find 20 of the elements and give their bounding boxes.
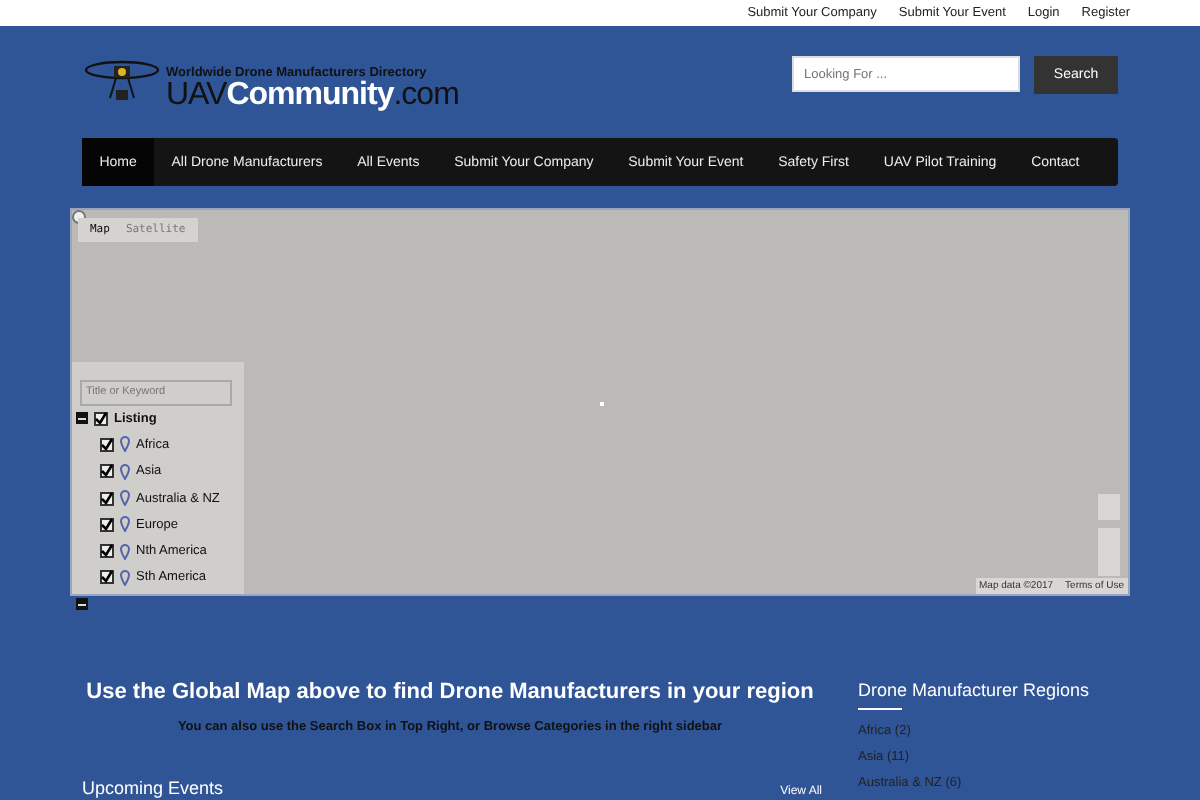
map-pin-icon [120,569,130,586]
map-pin-icon [120,516,130,533]
collapse-icon[interactable] [76,412,88,425]
checkbox[interactable] [94,411,108,426]
checkbox[interactable] [100,464,114,479]
checkbox[interactable] [100,570,114,585]
logo-text: UAVCommunity.com [166,80,459,110]
map-pin-icon [120,436,130,453]
events-title: Upcoming Events [82,778,224,798]
collapse-icon[interactable] [76,598,88,611]
map-pin-icon [120,490,130,507]
checkbox[interactable] [100,437,114,452]
sidebar-title: Drone Manufacturer Regions [858,680,1090,700]
map-pin-icon [120,543,130,560]
checkbox[interactable] [100,517,114,532]
checkbox[interactable] [100,544,114,559]
map-pin-icon [120,463,130,480]
map-marker[interactable] [600,402,604,406]
checkbox[interactable] [100,491,114,506]
main-heading: Use the Global Map above to find Drone Manufacturers in your region [84,680,816,704]
